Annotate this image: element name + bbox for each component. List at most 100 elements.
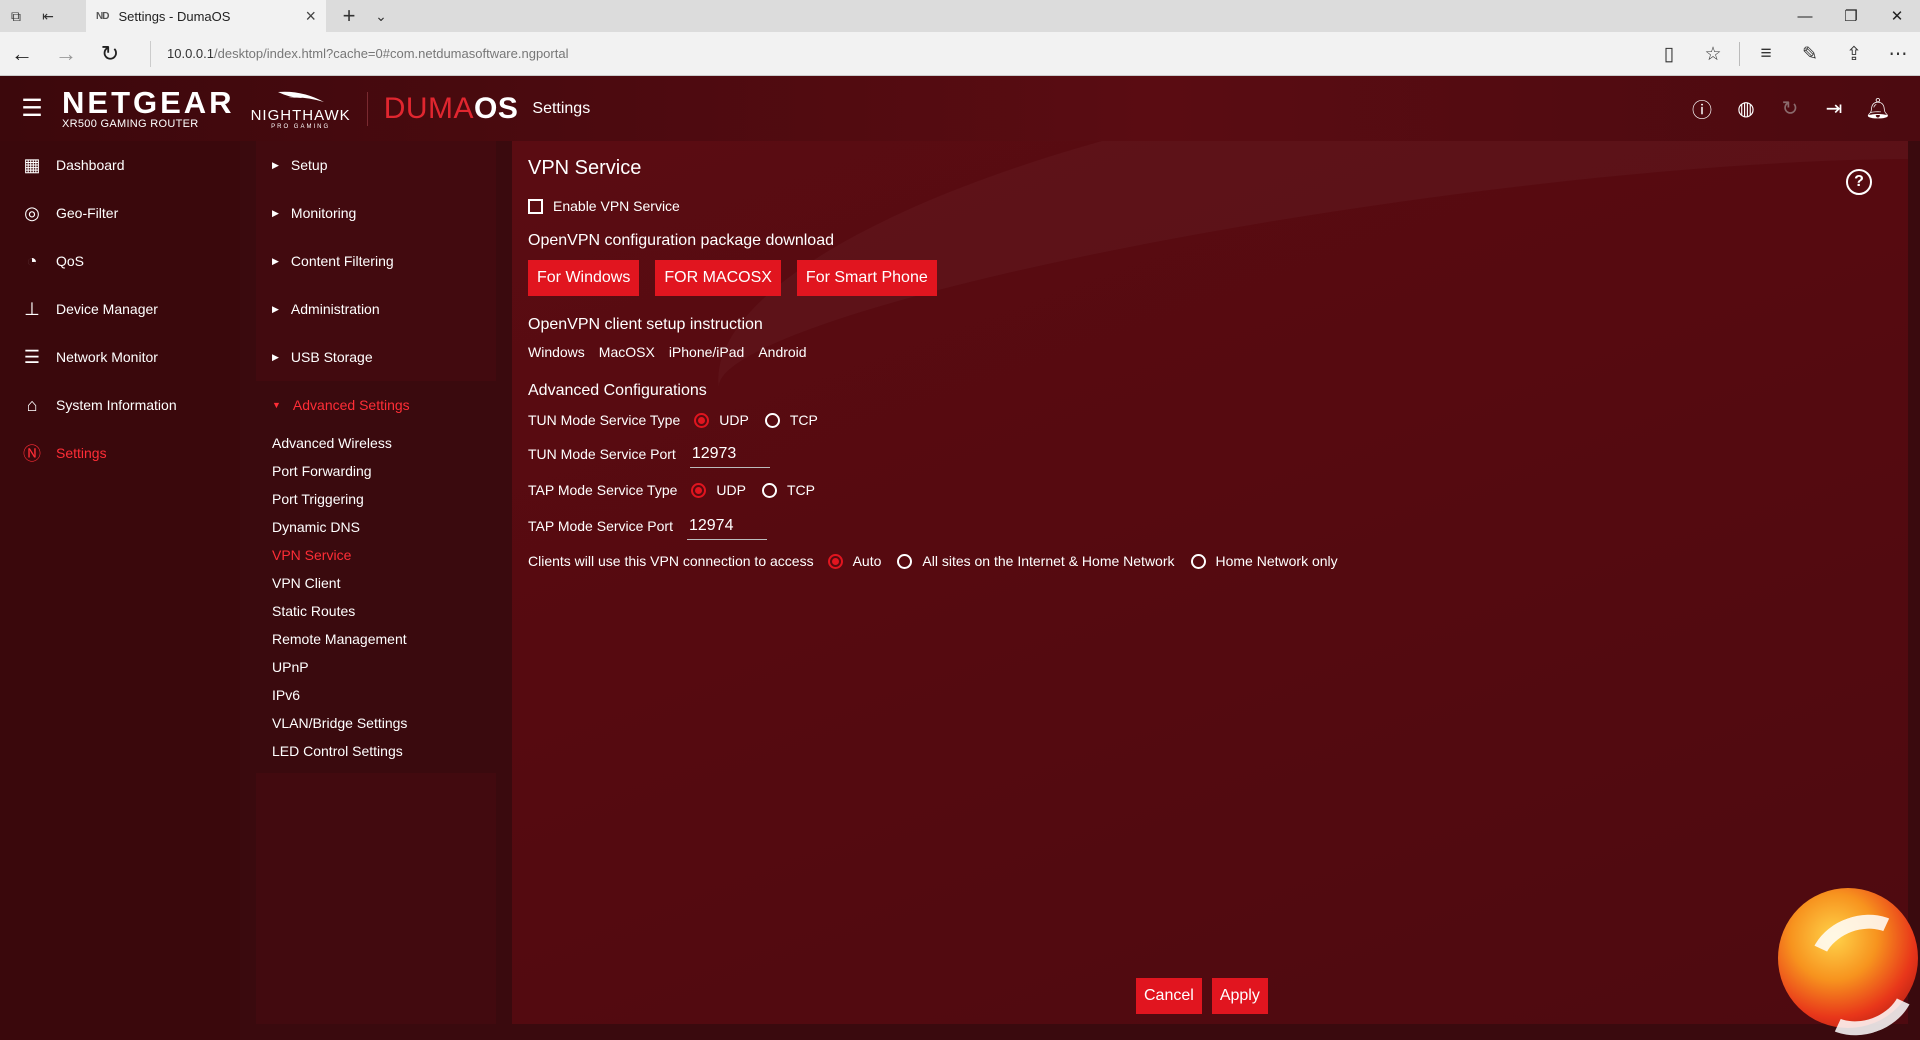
tun-udp-radio[interactable]: UDP [694,412,749,428]
notification-bell-icon[interactable]: 🔔︎ [1856,96,1900,121]
submenu-upnp[interactable]: UPnP [256,653,496,681]
tap-port-input[interactable]: 12974 [686,513,767,540]
globe-icon[interactable]: ◍ [1724,96,1768,121]
close-tab-icon[interactable]: × [305,6,316,27]
access-all-sites-radio[interactable]: All sites on the Internet & Home Network [897,553,1175,569]
nav-item-geo-filter[interactable]: ◎ Geo-Filter [0,189,240,237]
nav-item-network-monitor[interactable]: ☰ Network Monitor [0,333,240,381]
nav-item-qos[interactable]: ◔ QoS [0,237,240,285]
nav-label: Geo-Filter [56,205,119,221]
restore-icon[interactable]: ❐ [1828,0,1874,32]
watermark-logo [1778,888,1918,1028]
tun-port-input[interactable]: 12973 [689,441,770,468]
pro-gaming-text: PRO GAMING [271,123,331,130]
instruction-link-android[interactable]: Android [758,344,806,360]
info-icon[interactable]: ⓘ [1680,94,1724,123]
reading-view-icon[interactable]: ▯ [1647,43,1691,66]
web-note-pen-icon[interactable]: ✎ [1788,43,1832,66]
dashboard-icon: ▦ [23,154,41,175]
tap-udp-radio[interactable]: UDP [691,482,746,498]
tab-preview-icon[interactable]: ⧉ [0,0,32,32]
instruction-link-windows[interactable]: Windows [528,344,585,360]
submenu-usb-storage[interactable]: ▶ USB Storage [256,333,496,381]
submenu-vlan-bridge-settings[interactable]: VLAN/Bridge Settings [256,709,496,737]
radio-label: UDP [719,412,749,428]
instruction-link-iphone-ipad[interactable]: iPhone/iPad [669,344,745,360]
hub-icon[interactable]: ≡ [1744,43,1788,65]
radio-label: TCP [789,412,818,428]
nighthawk-logo: NIGHTHAWK PRO GAMING [251,88,351,130]
duma-text: DUMA [383,91,475,125]
submenu-label: Administration [290,301,380,317]
close-window-icon[interactable]: ✕ [1874,0,1920,32]
hamburger-menu-icon[interactable]: ☰ [0,94,64,123]
submenu-advanced-wireless[interactable]: Advanced Wireless [256,429,496,457]
instruction-link-macosx[interactable]: MacOSX [599,344,655,360]
nighthawk-text: NIGHTHAWK [250,106,351,124]
tap-port-row: TAP Mode Service Port 12974 [528,506,1528,546]
forward-arrow-icon[interactable]: → [44,32,88,76]
tap-port-label: TAP Mode Service Port [528,518,673,534]
for-windows-button[interactable]: For Windows [528,260,640,296]
refresh-status-icon[interactable]: ↻ [1768,96,1812,121]
share-icon[interactable]: ⇪ [1832,43,1876,66]
expand-arrow-icon: ▶ [272,159,279,170]
submenu-content-filtering[interactable]: ▶ Content Filtering [256,237,496,285]
back-arrow-icon[interactable]: ← [0,32,44,76]
favorite-star-icon[interactable]: ☆ [1691,43,1735,66]
submenu-port-triggering[interactable]: Port Triggering [256,485,496,513]
submenu-static-routes[interactable]: Static Routes [256,597,496,625]
new-tab-icon[interactable]: + [332,3,366,29]
expand-arrow-icon: ▶ [272,207,279,218]
tap-type-row: TAP Mode Service Type UDP TCP [528,474,1528,506]
for-smart-phone-button[interactable]: For Smart Phone [796,260,937,296]
set-aside-tabs-icon[interactable]: ⇤ [32,0,64,32]
refresh-icon[interactable]: ↻ [88,32,132,76]
brand-name: NETGEAR [62,84,235,120]
nav-item-settings[interactable]: Ⓝ Settings [0,429,240,477]
tun-port-label: TUN Mode Service Port [528,446,676,462]
minimize-icon[interactable]: — [1782,0,1828,32]
browser-tab[interactable]: ND Settings - DumaOS × [86,0,326,32]
submenu-administration[interactable]: ▶ Administration [256,285,496,333]
submenu-vpn-client[interactable]: VPN Client [256,569,496,597]
submenu-port-forwarding[interactable]: Port Forwarding [256,457,496,485]
radio-dot [827,553,843,569]
submenu-monitoring[interactable]: ▶ Monitoring [256,189,496,237]
chevron-down-icon[interactable]: ⌄ [366,8,396,25]
more-icon[interactable]: ⋯ [1876,43,1920,66]
submenu-advanced-settings[interactable]: ▼ Advanced Settings [256,381,496,429]
netduma-favicon-icon: ND [96,10,109,22]
os-text: OS [474,91,519,125]
nav-item-device-manager[interactable]: ⊥ Device Manager [0,285,240,333]
submenu-setup[interactable]: ▶ Setup [256,141,496,189]
enable-vpn-checkbox[interactable] [528,198,543,214]
netgear-settings-icon: Ⓝ [23,444,41,464]
submenu-dynamic-dns[interactable]: Dynamic DNS [256,513,496,541]
nav-item-system-information[interactable]: ⌂ System Information [0,381,240,429]
submenu-led-control-settings[interactable]: LED Control Settings [256,737,496,765]
tun-tcp-radio[interactable]: TCP [764,412,818,428]
nav-label: System Information [56,397,177,413]
nav-item-dashboard[interactable]: ▦ Dashboard [0,141,240,189]
tap-tcp-radio[interactable]: TCP [761,482,815,498]
url-field[interactable]: 10.0.0.1/desktop/index.html?cache=0#com.… [150,40,568,67]
for-macosx-button[interactable]: FOR MACOSX [655,260,781,296]
logout-icon[interactable]: ⇥ [1812,96,1856,121]
access-auto-radio[interactable]: Auto [827,553,881,569]
help-icon[interactable]: ? [1846,169,1872,195]
vpn-service-panel: ? VPN Service Enable VPN Service OpenVPN… [512,141,1908,1024]
apply-button[interactable]: Apply [1211,978,1268,1014]
submenu-remote-management[interactable]: Remote Management [256,625,496,653]
header-actions: ⓘ ◍ ↻ ⇥ 🔔︎ [1680,76,1900,141]
radio-dot [691,482,707,498]
access-home-only-radio[interactable]: Home Network only [1190,553,1338,569]
cancel-button[interactable]: Cancel [1136,978,1202,1014]
advanced-settings-list: Advanced Wireless Port Forwarding Port T… [256,429,496,773]
netgear-logo: NETGEAR XR500 GAMING ROUTER [62,84,235,130]
header-page-title: Settings [532,99,591,117]
submenu-ipv6[interactable]: IPv6 [256,681,496,709]
browser-address-bar: ← → ↻ 10.0.0.1/desktop/index.html?cache=… [0,32,1920,76]
submenu-vpn-service[interactable]: VPN Service [256,541,496,569]
nav-label: Network Monitor [56,349,158,365]
